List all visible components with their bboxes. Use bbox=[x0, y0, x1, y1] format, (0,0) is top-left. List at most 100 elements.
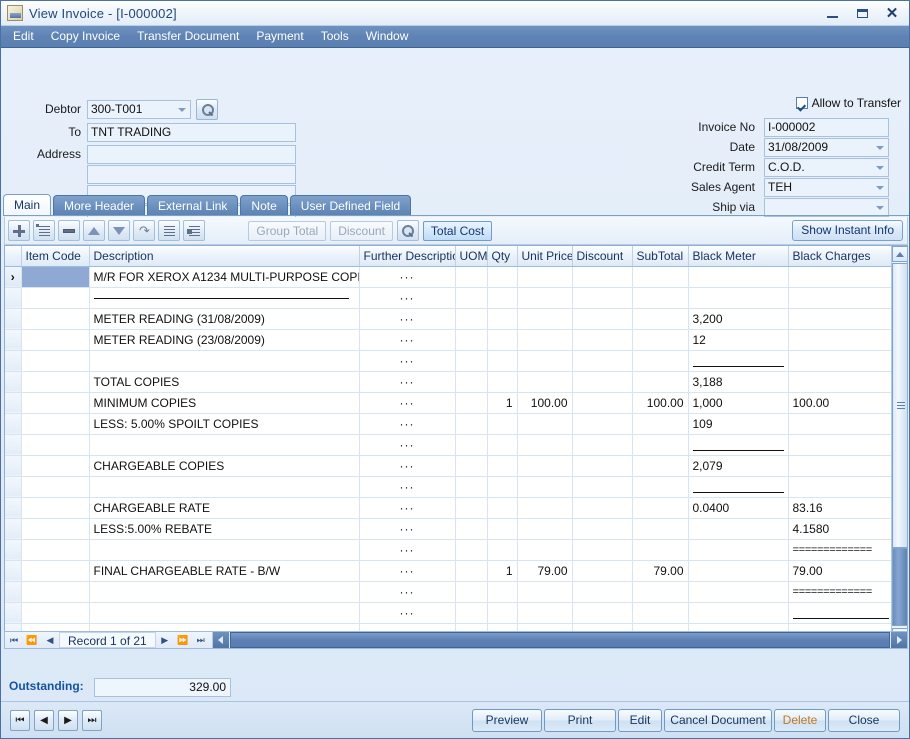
cell-item-code[interactable] bbox=[21, 350, 90, 372]
cell-black-charges[interactable]: 4.1580 bbox=[788, 518, 894, 540]
to-input[interactable]: TNT TRADING bbox=[87, 123, 296, 142]
cell-uom[interactable] bbox=[455, 371, 488, 393]
col-qty[interactable]: Qty bbox=[487, 246, 518, 267]
last-record-button[interactable]: ⏭ bbox=[82, 710, 102, 731]
col-further-description[interactable]: Further Description bbox=[359, 246, 456, 267]
table-row[interactable]: LESS: 5.00% SPOILT COPIES ··· 109 bbox=[5, 413, 894, 435]
move-down-icon[interactable] bbox=[108, 220, 130, 241]
debtor-input[interactable]: 300-T001 bbox=[87, 100, 191, 119]
cell-further-description[interactable]: ··· bbox=[359, 455, 456, 477]
hscrollbar-thumb[interactable] bbox=[229, 632, 890, 648]
cell-description[interactable] bbox=[89, 602, 360, 624]
cell-qty[interactable] bbox=[487, 371, 518, 393]
cell-subtotal[interactable] bbox=[632, 455, 689, 477]
cell-subtotal[interactable] bbox=[632, 308, 689, 330]
cell-description[interactable]: TOTAL COPIES bbox=[89, 371, 360, 393]
cell-unit-price[interactable] bbox=[517, 455, 573, 477]
row-indicator[interactable] bbox=[5, 581, 22, 603]
cell-further-description[interactable]: ··· bbox=[359, 497, 456, 519]
maximize-icon[interactable] bbox=[848, 4, 876, 24]
cell-unit-price[interactable] bbox=[517, 497, 573, 519]
cell-item-code[interactable] bbox=[21, 602, 90, 624]
cell-further-description[interactable]: ··· bbox=[359, 329, 456, 351]
cell-discount[interactable] bbox=[572, 476, 633, 498]
table-row[interactable]: METER READING (31/08/2009) ··· 3,200 bbox=[5, 308, 894, 330]
cell-qty[interactable] bbox=[487, 539, 518, 561]
cell-black-meter[interactable] bbox=[688, 287, 789, 309]
cell-black-charges[interactable]: 79.00 bbox=[788, 560, 894, 582]
row-indicator[interactable] bbox=[5, 350, 22, 372]
table-row[interactable]: › M/R FOR XEROX A1234 MULTI-PURPOSE COPIE… bbox=[5, 266, 894, 288]
row-indicator[interactable] bbox=[5, 560, 22, 582]
cell-qty[interactable] bbox=[487, 287, 518, 309]
next-page-icon[interactable]: ⏩ bbox=[174, 632, 192, 648]
allow-to-transfer-checkbox[interactable] bbox=[795, 97, 808, 109]
cell-black-charges[interactable] bbox=[788, 602, 894, 624]
cell-qty[interactable] bbox=[487, 497, 518, 519]
row-indicator[interactable] bbox=[5, 413, 22, 435]
cell-unit-price[interactable] bbox=[517, 371, 573, 393]
cell-black-meter[interactable] bbox=[688, 539, 789, 561]
insert-row-icon[interactable] bbox=[33, 220, 55, 241]
cell-discount[interactable] bbox=[572, 308, 633, 330]
cell-qty[interactable] bbox=[487, 308, 518, 330]
cell-uom[interactable] bbox=[455, 392, 488, 414]
cell-description[interactable] bbox=[89, 476, 360, 498]
scrollbar-thumb-lower[interactable] bbox=[892, 548, 907, 626]
cell-further-description[interactable]: ··· bbox=[359, 266, 456, 288]
cell-black-charges[interactable]: 100.00 bbox=[788, 392, 894, 414]
cell-subtotal[interactable] bbox=[632, 476, 689, 498]
hscroll-right-button[interactable] bbox=[891, 632, 907, 648]
row-indicator[interactable] bbox=[5, 497, 22, 519]
cell-black-meter[interactable] bbox=[688, 476, 789, 498]
cell-description[interactable]: MINIMUM COPIES bbox=[89, 392, 360, 414]
cell-subtotal[interactable] bbox=[632, 329, 689, 351]
edit-button[interactable]: Edit bbox=[618, 709, 662, 732]
cell-item-code[interactable] bbox=[21, 476, 90, 498]
cell-item-code[interactable] bbox=[21, 266, 90, 288]
cell-description[interactable] bbox=[89, 539, 360, 561]
row-indicator[interactable] bbox=[5, 371, 22, 393]
next-record-icon[interactable]: ▶ bbox=[156, 632, 174, 648]
minimize-icon[interactable] bbox=[818, 4, 846, 24]
cell-uom[interactable] bbox=[455, 350, 488, 372]
cell-subtotal[interactable] bbox=[632, 371, 689, 393]
cell-further-description[interactable]: ··· bbox=[359, 602, 456, 624]
cell-uom[interactable] bbox=[455, 476, 488, 498]
table-row[interactable]: LESS:5.00% REBATE ··· 4.1580 bbox=[5, 518, 894, 540]
chevron-down-icon[interactable] bbox=[876, 146, 884, 150]
cell-further-description[interactable]: ··· bbox=[359, 434, 456, 456]
group-total-button[interactable]: Group Total bbox=[248, 220, 327, 241]
cell-item-code[interactable] bbox=[21, 560, 90, 582]
cell-discount[interactable] bbox=[572, 392, 633, 414]
cell-item-code[interactable] bbox=[21, 308, 90, 330]
col-black-charges[interactable]: Black Charges bbox=[788, 246, 894, 267]
cell-black-meter[interactable]: 109 bbox=[688, 413, 789, 435]
cell-black-charges[interactable]: ============= bbox=[788, 581, 894, 603]
indent-icon[interactable] bbox=[158, 220, 180, 241]
cell-black-meter[interactable]: 3,200 bbox=[688, 308, 789, 330]
cell-description[interactable]: CHARGEABLE COPIES bbox=[89, 455, 360, 477]
cell-qty[interactable]: 1 bbox=[487, 392, 518, 414]
cell-unit-price[interactable] bbox=[517, 350, 573, 372]
col-description[interactable]: Description bbox=[89, 246, 360, 267]
cell-black-meter[interactable] bbox=[688, 434, 789, 456]
cell-discount[interactable] bbox=[572, 266, 633, 288]
table-row[interactable]: ··· bbox=[5, 350, 894, 372]
cell-subtotal[interactable] bbox=[632, 434, 689, 456]
cell-item-code[interactable] bbox=[21, 413, 90, 435]
hscroll-left-button[interactable] bbox=[212, 632, 229, 648]
delete-row-icon[interactable] bbox=[58, 220, 80, 241]
cell-black-charges[interactable] bbox=[788, 476, 894, 498]
cell-subtotal[interactable] bbox=[632, 266, 689, 288]
table-row[interactable]: ··· bbox=[5, 434, 894, 456]
cell-subtotal[interactable]: 79.00 bbox=[632, 560, 689, 582]
cell-black-charges[interactable] bbox=[788, 266, 894, 288]
cell-description[interactable]: METER READING (23/08/2009) bbox=[89, 329, 360, 351]
address-line-2[interactable] bbox=[87, 165, 296, 184]
cell-description[interactable]: LESS: 5.00% SPOILT COPIES bbox=[89, 413, 360, 435]
menu-item-tools[interactable]: Tools bbox=[313, 27, 357, 46]
col-subtotal[interactable]: SubTotal bbox=[632, 246, 689, 267]
cell-qty[interactable] bbox=[487, 455, 518, 477]
first-record-button[interactable]: ⏮ bbox=[10, 710, 30, 731]
